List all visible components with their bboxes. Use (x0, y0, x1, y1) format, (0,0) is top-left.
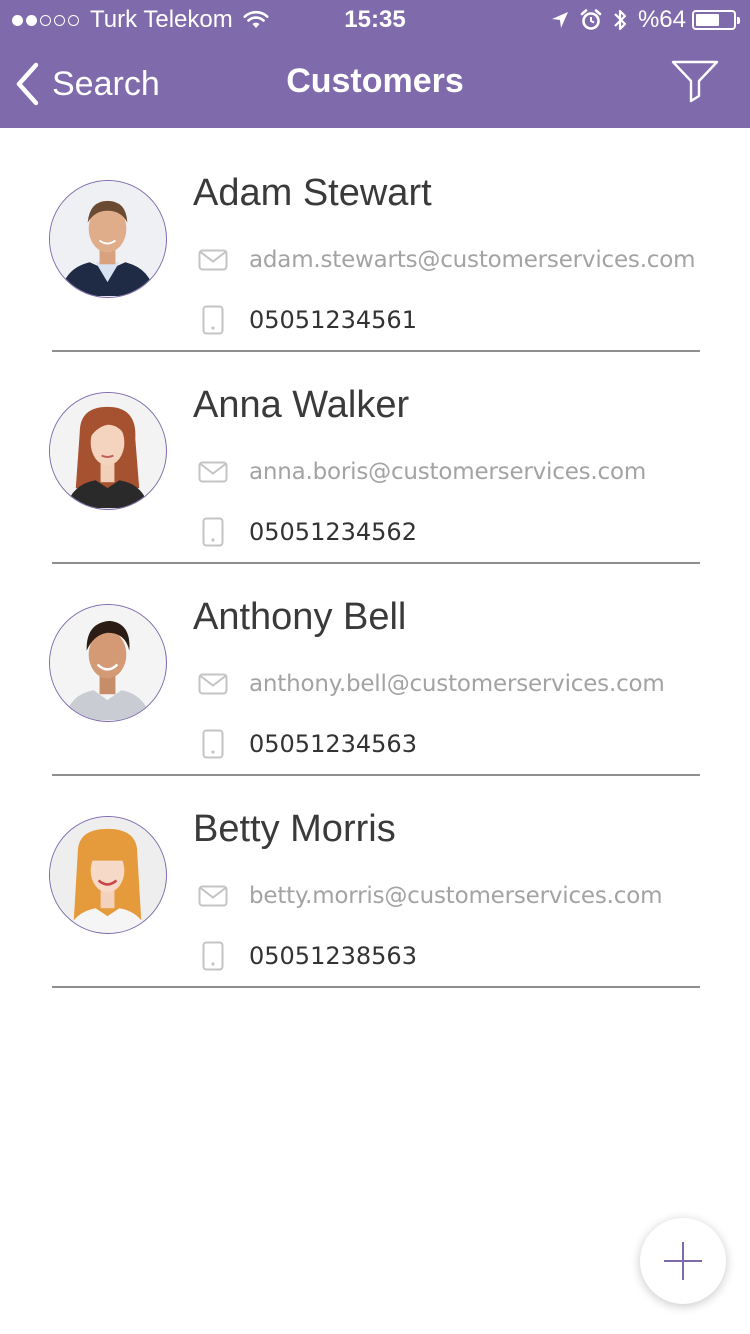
avatar (49, 180, 167, 298)
customer-phone[interactable]: 05051234561 (249, 306, 417, 334)
page-title: Customers (286, 62, 464, 100)
alarm-icon (580, 9, 602, 30)
location-arrow-icon (551, 12, 568, 28)
customer-list: Adam Stewart adam.stewarts@customerservi… (0, 128, 750, 988)
customer-phone[interactable]: 05051238563 (249, 942, 417, 970)
email-line: betty.morris@customerservices.com (196, 876, 662, 916)
customer-name: Betty Morris (193, 808, 396, 850)
customer-email[interactable]: betty.morris@customerservices.com (249, 883, 662, 909)
avatar (49, 816, 167, 934)
mobile-phone-icon (202, 305, 224, 335)
filter-icon (671, 60, 719, 103)
customer-phone[interactable]: 05051234563 (249, 730, 417, 758)
mail-icon (198, 461, 228, 483)
customer-email[interactable]: anthony.bell@customerservices.com (249, 671, 665, 697)
phone-line: 05051234561 (196, 300, 417, 340)
mail-icon (198, 673, 228, 695)
divider (52, 986, 700, 988)
phone-line: 05051238563 (196, 936, 417, 976)
customer-email[interactable]: adam.stewarts@customerservices.com (249, 247, 696, 273)
customer-row[interactable]: Adam Stewart adam.stewarts@customerservi… (0, 128, 750, 352)
customer-name: Anna Walker (193, 384, 410, 426)
mobile-phone-icon (202, 517, 224, 547)
avatar (49, 604, 167, 722)
phone-line: 05051234563 (196, 724, 417, 764)
top-bar: Turk Telekom 15:35 %64 Search Customers (0, 0, 750, 128)
battery-fill (696, 14, 719, 26)
plus-icon (664, 1242, 702, 1280)
customer-name: Adam Stewart (193, 172, 432, 214)
mail-icon (198, 249, 228, 271)
mail-icon (198, 885, 228, 907)
filter-button[interactable] (670, 58, 720, 108)
navigation-bar: Search Customers (0, 40, 750, 128)
customer-row[interactable]: Betty Morris betty.morris@customerservic… (0, 764, 750, 988)
add-customer-button[interactable] (640, 1218, 726, 1304)
email-line: anthony.bell@customerservices.com (196, 664, 665, 704)
email-line: anna.boris@customerservices.com (196, 452, 646, 492)
customer-phone[interactable]: 05051234562 (249, 518, 417, 546)
customer-row[interactable]: Anthony Bell anthony.bell@customerservic… (0, 552, 750, 776)
email-line: adam.stewarts@customerservices.com (196, 240, 696, 280)
avatar (49, 392, 167, 510)
status-right: %64 (540, 0, 740, 40)
battery-percentage: %64 (637, 6, 686, 33)
customer-name: Anthony Bell (193, 596, 407, 638)
status-bar: Turk Telekom 15:35 %64 (0, 0, 750, 40)
mobile-phone-icon (202, 941, 224, 971)
battery-icon (692, 10, 740, 30)
bluetooth-icon (614, 9, 627, 31)
customers-screen: Turk Telekom 15:35 %64 Search Customers … (0, 0, 750, 1334)
customer-email[interactable]: anna.boris@customerservices.com (249, 459, 646, 485)
customer-row[interactable]: Anna Walker anna.boris@customerservices.… (0, 340, 750, 564)
phone-line: 05051234562 (196, 512, 417, 552)
mobile-phone-icon (202, 729, 224, 759)
